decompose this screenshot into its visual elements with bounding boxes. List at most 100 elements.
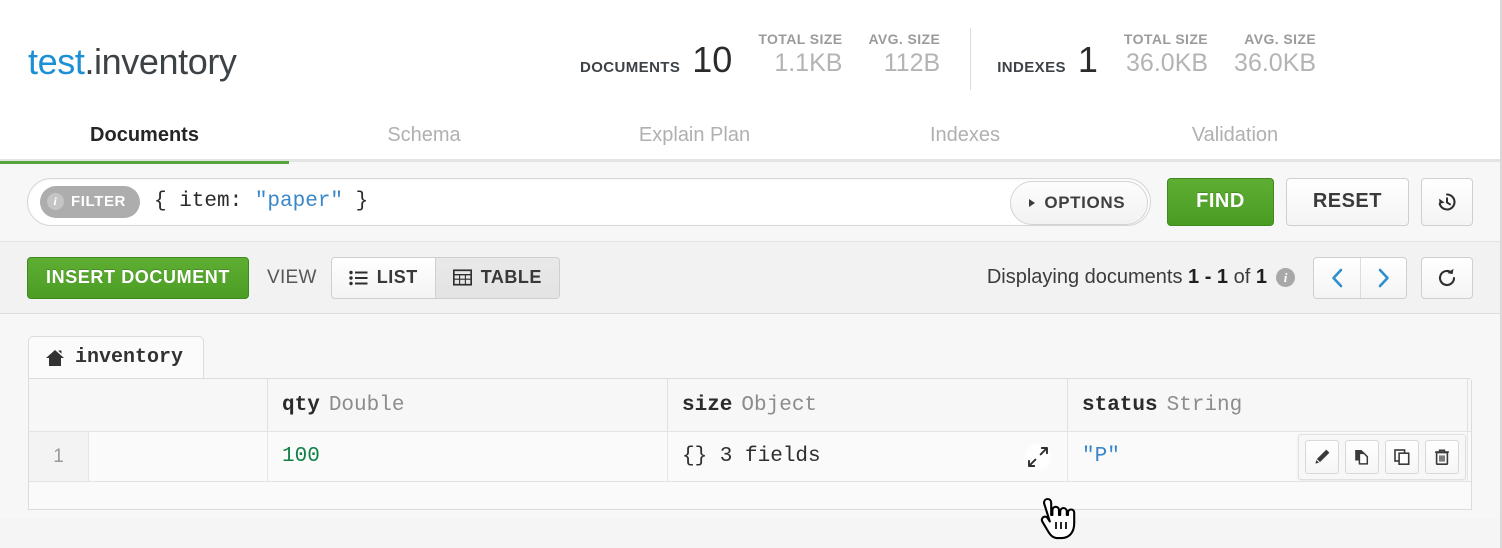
documents-avg-size-label: AVG. SIZE (868, 31, 940, 49)
namespace-separator: . (84, 41, 94, 82)
tab-validation[interactable]: Validation (1100, 109, 1370, 161)
query-bar: i FILTER { item: "paper" } OPTIONS FIND … (0, 162, 1500, 242)
table-header-row: qty Double size Object status String (29, 379, 1471, 431)
view-mode-list-label: LIST (377, 267, 418, 288)
table-header-size-name: size (682, 394, 732, 417)
cell-status[interactable]: "P" (1068, 432, 1468, 481)
copy-document-button[interactable] (1385, 440, 1419, 474)
collection-name: inventory (94, 41, 236, 82)
clone-document-icon (1352, 447, 1372, 467)
table-row[interactable]: 1 100 {} 3 fields "P" (29, 431, 1471, 481)
row-index-cell: 1 (29, 432, 89, 481)
tab-schema[interactable]: Schema (289, 109, 559, 161)
cell-status-value: "P" (1082, 445, 1120, 468)
table-header-blank (89, 379, 268, 431)
tab-indexes[interactable]: Indexes (830, 109, 1100, 161)
tab-explain-plan[interactable]: Explain Plan (559, 109, 830, 161)
next-page-button[interactable] (1360, 258, 1406, 298)
options-label: OPTIONS (1044, 193, 1125, 213)
insert-document-button[interactable]: INSERT DOCUMENT (27, 257, 249, 299)
filter-query-open: { item: (154, 190, 255, 213)
filter-query-value: "paper" (255, 190, 343, 213)
chevron-left-icon (1330, 267, 1345, 289)
info-icon[interactable]: i (1276, 268, 1295, 287)
cell-qty[interactable]: 100 (268, 432, 668, 481)
expand-arrows-icon[interactable] (1023, 442, 1053, 472)
filter-query-text[interactable]: { item: "paper" } (154, 190, 368, 213)
pager-range: 1 - 1 (1188, 266, 1228, 288)
reset-button[interactable]: RESET (1286, 178, 1409, 226)
cell-qty-value: 100 (282, 445, 320, 468)
indexes-avg-size-value: 36.0KB (1234, 48, 1316, 78)
cell-size[interactable]: {} 3 fields (668, 432, 1068, 481)
cell-size-value: {} 3 fields (682, 445, 821, 468)
breadcrumb: inventory (28, 336, 1472, 378)
delete-document-button[interactable] (1425, 440, 1459, 474)
document-count-status: Displaying documents 1 - 1 of 1 (987, 266, 1267, 289)
edit-document-button[interactable] (1305, 440, 1339, 474)
documents-total-size-label: TOTAL SIZE (758, 31, 842, 49)
documents-value: 10 (692, 42, 732, 78)
documents-total-size: TOTAL SIZE 1.1KB (758, 31, 842, 91)
table-header-qty[interactable]: qty Double (268, 379, 668, 431)
page-nav-group (1313, 257, 1407, 299)
view-mode-list[interactable]: LIST (332, 258, 435, 298)
table-icon (453, 269, 472, 286)
documents-total-size-value: 1.1KB (774, 48, 842, 78)
collection-stats: DOCUMENTS 10 TOTAL SIZE 1.1KB AVG. SIZE … (580, 24, 1316, 90)
indexes-label: INDEXES (997, 59, 1066, 76)
indexes-total-size: TOTAL SIZE 36.0KB (1124, 31, 1208, 91)
indexes-total-size-label: TOTAL SIZE (1124, 31, 1208, 49)
refresh-documents-button[interactable] (1421, 257, 1473, 299)
documents-label: DOCUMENTS (580, 59, 680, 76)
chevron-right-icon (1029, 199, 1035, 207)
filter-badge-label: FILTER (71, 193, 126, 210)
table-header-qty-type: Double (329, 394, 405, 417)
collection-header: test.inventory DOCUMENTS 10 TOTAL SIZE 1… (0, 0, 1500, 110)
history-clock-icon (1435, 190, 1459, 214)
chevron-right-icon (1376, 267, 1391, 289)
clone-document-button[interactable] (1345, 440, 1379, 474)
filter-badge[interactable]: i FILTER (40, 186, 140, 218)
table-header-size[interactable]: size Object (668, 379, 1068, 431)
table-header-status-name: status (1082, 394, 1158, 417)
documents-toolbar: INSERT DOCUMENT VIEW LIST TAB (0, 242, 1500, 314)
query-history-button[interactable] (1421, 178, 1473, 226)
indexes-stat-group: INDEXES 1 TOTAL SIZE 36.0KB AVG. SIZE 36… (997, 24, 1316, 90)
breadcrumb-label: inventory (75, 346, 183, 369)
filter-query-close: } (343, 190, 368, 213)
previous-page-button[interactable] (1314, 258, 1360, 298)
indexes-avg-size-label: AVG. SIZE (1244, 31, 1316, 49)
documents-stat-group: DOCUMENTS 10 TOTAL SIZE 1.1KB AVG. SIZE … (580, 24, 940, 90)
tab-documents[interactable]: Documents (0, 109, 289, 161)
row-blank-cell[interactable] (89, 432, 268, 481)
filter-input[interactable]: i FILTER { item: "paper" } OPTIONS (27, 178, 1151, 226)
indexes-count: INDEXES 1 (997, 42, 1098, 90)
breadcrumb-item-inventory[interactable]: inventory (28, 336, 204, 378)
indexes-value: 1 (1078, 42, 1098, 78)
mongodb-compass-collection-view: test.inventory DOCUMENTS 10 TOTAL SIZE 1… (0, 0, 1502, 548)
view-mode-table[interactable]: TABLE (435, 258, 559, 298)
view-mode-table-label: TABLE (481, 267, 542, 288)
pager-prefix: Displaying documents (987, 266, 1183, 288)
table-header-index (29, 379, 89, 431)
indexes-avg-size: AVG. SIZE 36.0KB (1234, 31, 1316, 91)
refresh-icon (1435, 266, 1459, 290)
row-action-buttons (1298, 434, 1466, 480)
collection-tab-bar: Documents Schema Explain Plan Indexes Va… (0, 110, 1500, 162)
documents-avg-size-value: 112B (884, 48, 941, 78)
table-header-status[interactable]: status String (1068, 379, 1468, 431)
list-icon (349, 270, 368, 286)
database-name: test (28, 41, 84, 82)
table-header-qty-name: qty (282, 394, 320, 417)
table-header-status-type: String (1167, 394, 1243, 417)
table-empty-row (29, 481, 1471, 509)
options-toggle-button[interactable]: OPTIONS (1010, 181, 1148, 225)
stats-divider (970, 28, 971, 90)
pencil-edit-icon (1312, 447, 1332, 467)
home-icon (45, 349, 65, 367)
info-icon: i (47, 193, 64, 210)
pager-middle: of (1234, 266, 1251, 288)
view-label: VIEW (267, 267, 317, 289)
find-button[interactable]: FIND (1167, 178, 1274, 226)
